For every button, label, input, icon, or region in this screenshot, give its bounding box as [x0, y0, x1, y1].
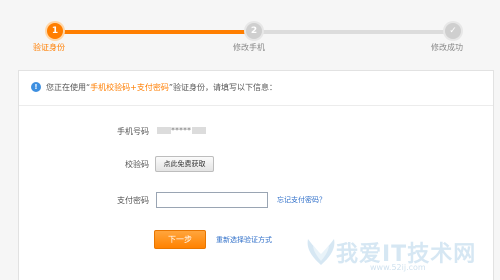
info-icon: ! — [31, 82, 41, 92]
watermark-url: www.52ij.com — [370, 263, 426, 272]
step-1-circle: 1 — [47, 23, 63, 39]
phone-value: ***** — [156, 126, 206, 135]
progress-track-pending — [253, 30, 453, 34]
next-button[interactable]: 下一步 — [154, 230, 206, 249]
notice-text: 您正在使用“手机校验码+支付密码”验证身份，请填写以下信息： — [46, 82, 277, 93]
step-3-check-icon: ✓ — [445, 23, 461, 39]
notice-bar: ! 您正在使用“手机校验码+支付密码”验证身份，请填写以下信息： — [19, 71, 493, 106]
step-2-circle: 2 — [246, 23, 262, 39]
step-2-label: 修改手机 — [233, 43, 265, 52]
payment-password-input[interactable] — [156, 192, 268, 208]
phone-mask-right — [192, 127, 206, 134]
notice-prefix: 您正在使用“ — [46, 83, 91, 92]
reselect-method-link[interactable]: 重新选择验证方式 — [216, 235, 272, 245]
phone-label: 手机号码 — [117, 127, 149, 136]
phone-mask-left — [157, 127, 171, 134]
notice-suffix: ”验证身份，请填写以下信息： — [168, 83, 278, 92]
code-label: 校验码 — [125, 160, 149, 169]
notice-highlight: 手机校验码+支付密码 — [90, 83, 169, 92]
watermark: 我爱IT技术网 www.52ij.com — [300, 233, 490, 277]
wings-logo-icon — [307, 239, 335, 265]
forgot-password-link[interactable]: 忘记支付密码？ — [277, 195, 326, 205]
step-3-label: 修改成功 — [431, 43, 463, 52]
step-1-label: 验证身份 — [33, 43, 65, 52]
progress-track-done — [55, 30, 253, 34]
password-label: 支付密码 — [117, 196, 149, 205]
progress-steps: 1 2 ✓ 验证身份 修改手机 修改成功 — [0, 0, 500, 62]
phone-masked-digits: ***** — [171, 126, 191, 135]
get-code-button[interactable]: 点此免费获取 — [155, 156, 214, 172]
